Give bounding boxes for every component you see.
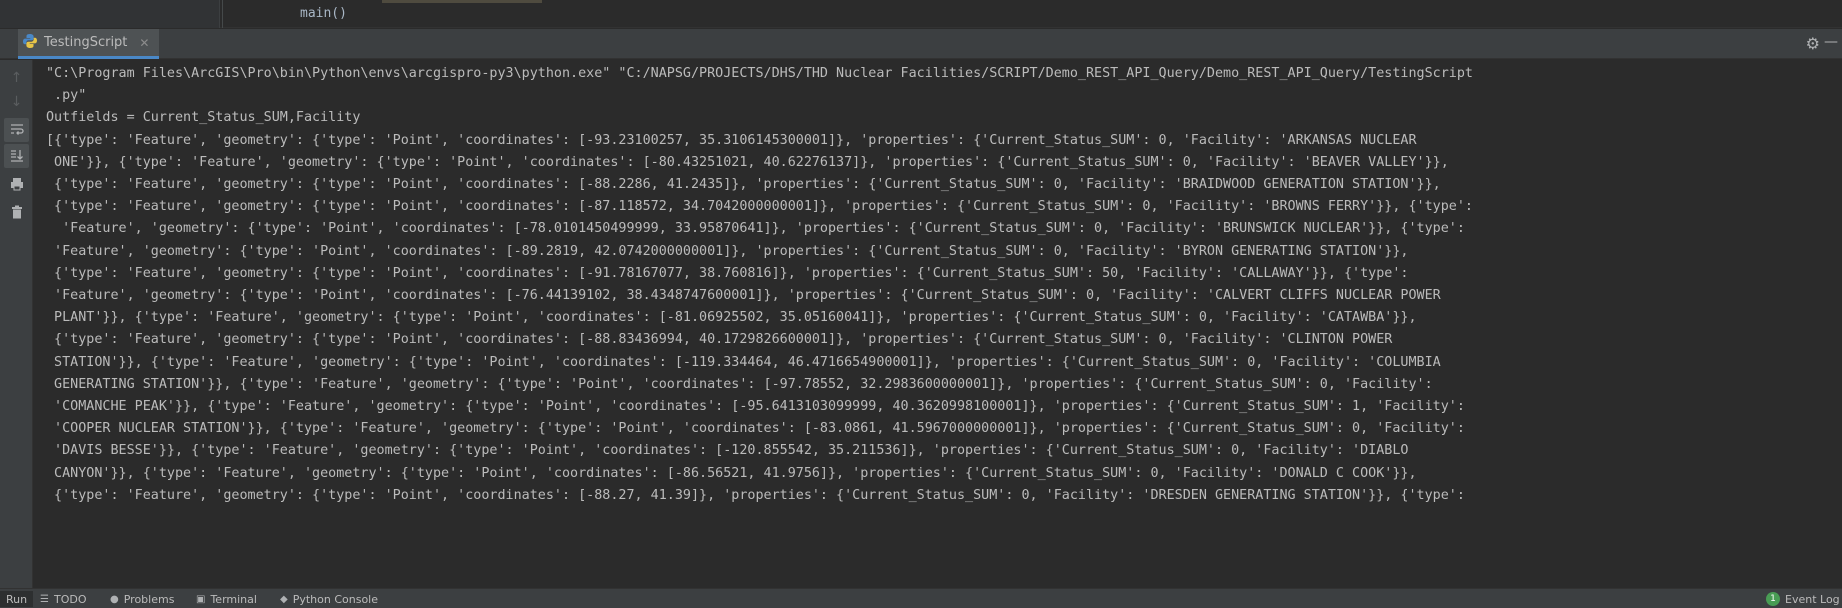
todo-tool-button[interactable]: ☰ TODO bbox=[40, 591, 86, 607]
console-line: 'Feature', 'geometry': {'type': 'Point',… bbox=[46, 243, 1409, 259]
tab-testing-script[interactable]: TestingScript ✕ bbox=[18, 29, 160, 59]
run-toolbar: ↑ ↓ bbox=[0, 60, 33, 588]
python-console-icon: ◆ bbox=[280, 593, 288, 605]
console-line: "C:\Program Files\ArcGIS\Pro\bin\Python\… bbox=[46, 66, 1473, 81]
run-tool-button[interactable]: Run bbox=[0, 591, 34, 607]
console-line: PLANT'}}, {'type': 'Feature', 'geometry'… bbox=[46, 310, 1417, 326]
scroll-to-end-icon[interactable] bbox=[4, 144, 29, 168]
console-line: {'type': 'Feature', 'geometry': {'type':… bbox=[46, 177, 1441, 193]
event-count-badge: 1 bbox=[1766, 592, 1780, 606]
arrow-down-icon[interactable]: ↓ bbox=[4, 90, 29, 114]
terminal-tool-button[interactable]: ▣ Terminal bbox=[196, 591, 257, 607]
console-line: STATION'}}, {'type': 'Feature', 'geometr… bbox=[46, 354, 1441, 370]
console-line: 'Feature', 'geometry': {'type': 'Point',… bbox=[46, 221, 1465, 237]
terminal-label: Terminal bbox=[210, 592, 257, 606]
console-scrollbar[interactable] bbox=[1830, 60, 1842, 588]
problems-tool-button[interactable]: ● Problems bbox=[110, 591, 174, 607]
info-icon: ● bbox=[110, 593, 119, 605]
python-console-tool-button[interactable]: ◆ Python Console bbox=[280, 591, 378, 607]
close-icon[interactable]: ✕ bbox=[139, 36, 149, 50]
scroll-highlight bbox=[382, 0, 542, 3]
console-output[interactable]: "C:\Program Files\ArcGIS\Pro\bin\Python\… bbox=[34, 60, 1842, 588]
console-line: CANYON'}}, {'type': 'Feature', 'geometry… bbox=[46, 465, 1417, 481]
event-log-tool-button[interactable]: 1 Event Log bbox=[1766, 591, 1840, 607]
print-icon[interactable] bbox=[4, 172, 29, 196]
console-line: [{'type': 'Feature', 'geometry': {'type'… bbox=[46, 132, 1417, 148]
run-tab-bar: TestingScript ✕ ⚙ — bbox=[0, 29, 1842, 59]
console-line: GENERATING STATION'}}, {'type': 'Feature… bbox=[46, 376, 1433, 392]
console-line: .py" bbox=[46, 88, 87, 104]
trash-icon[interactable] bbox=[4, 200, 29, 224]
console-line: 'COOPER NUCLEAR STATION'}}, {'type': 'Fe… bbox=[46, 421, 1465, 437]
breadcrumb-main[interactable]: main() bbox=[300, 6, 347, 21]
terminal-icon: ▣ bbox=[196, 593, 206, 605]
console-line: ONE'}}, {'type': 'Feature', 'geometry': … bbox=[46, 154, 1449, 170]
console-line: Outfields = Current_Status_SUM,Facility bbox=[46, 110, 361, 126]
run-label: Run bbox=[6, 592, 28, 606]
arrow-up-icon[interactable]: ↑ bbox=[4, 66, 29, 90]
python-icon bbox=[22, 33, 38, 53]
console-line: {'type': 'Feature', 'geometry': {'type':… bbox=[46, 199, 1473, 215]
divider bbox=[222, 0, 223, 28]
console-line: 'COMANCHE PEAK'}}, {'type': 'Feature', '… bbox=[46, 399, 1465, 415]
console-line: {'type': 'Feature', 'geometry': {'type':… bbox=[46, 265, 1409, 281]
gear-icon[interactable]: ⚙ bbox=[1806, 34, 1820, 53]
event-log-label: Event Log bbox=[1785, 592, 1840, 606]
todo-label: TODO bbox=[53, 592, 87, 606]
list-icon: ☰ bbox=[40, 593, 49, 605]
minimize-icon[interactable]: — bbox=[1824, 34, 1838, 50]
console-line: 'DAVIS BESSE'}}, {'type': 'Feature', 'ge… bbox=[46, 443, 1409, 459]
tab-label: TestingScript bbox=[44, 35, 128, 50]
bottom-tool-bar: Run ☰ TODO ● Problems ▣ Terminal ◆ Pytho… bbox=[0, 588, 1842, 608]
console-line: {'type': 'Feature', 'geometry': {'type':… bbox=[46, 487, 1465, 503]
soft-wrap-icon[interactable] bbox=[4, 118, 29, 142]
console-line: {'type': 'Feature', 'geometry': {'type':… bbox=[46, 332, 1393, 348]
editor-gutter bbox=[0, 0, 220, 28]
python-console-label: Python Console bbox=[292, 592, 378, 606]
editor-breadcrumb-strip: main() bbox=[0, 0, 1842, 28]
problems-label: Problems bbox=[123, 592, 175, 606]
console-line: 'Feature', 'geometry': {'type': 'Point',… bbox=[46, 288, 1441, 304]
